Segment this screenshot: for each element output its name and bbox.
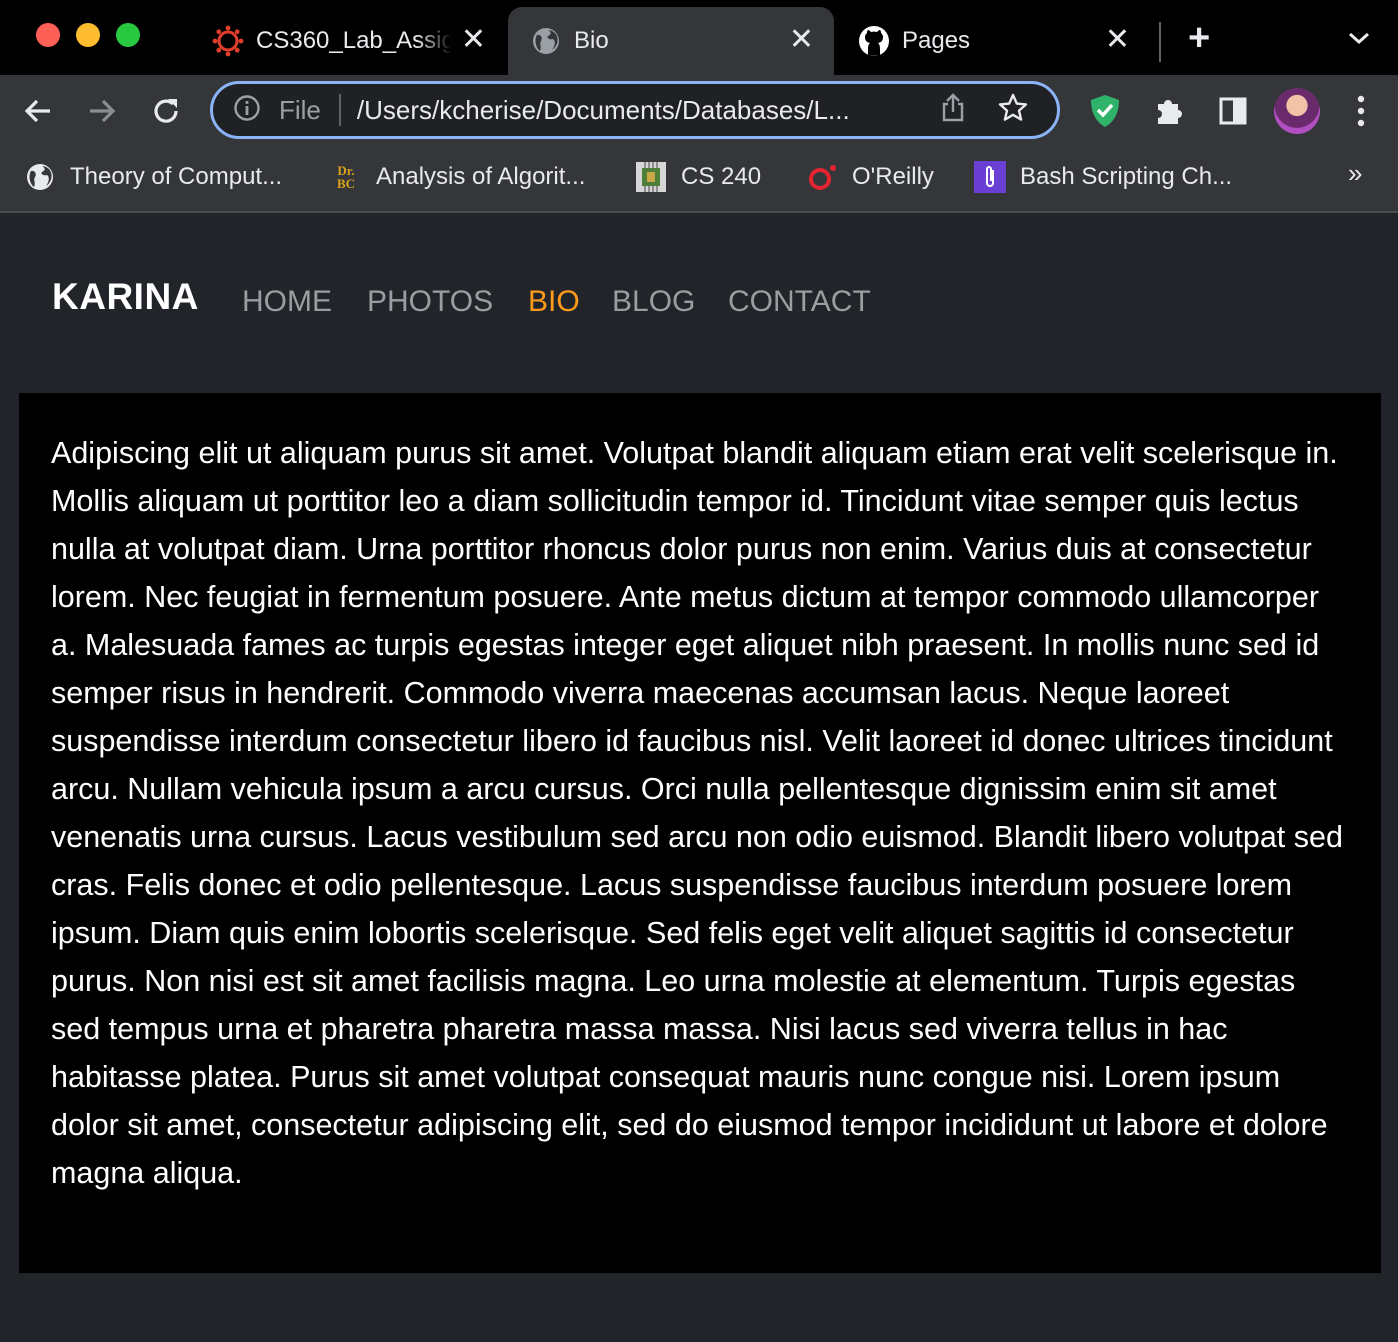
dr-bc-icon: Dr. BC <box>330 161 362 193</box>
bio-paragraph: Adipiscing elit ut aliquam purus sit ame… <box>51 436 1343 1190</box>
tab-close-icon[interactable]: ✕ <box>1105 25 1130 55</box>
dr-bc-icon-text: Dr. BC <box>336 163 356 191</box>
back-arrow-icon[interactable] <box>18 91 58 131</box>
tab-bio[interactable]: Bio ✕ <box>508 7 834 75</box>
new-tab-button[interactable]: + <box>1188 18 1210 58</box>
puzzle-extensions-icon[interactable] <box>1149 91 1189 131</box>
chip-icon <box>635 161 667 193</box>
tab-divider <box>1159 22 1161 62</box>
bookmark-label: CS 240 <box>681 163 762 190</box>
url-text[interactable]: /Users/kcherise/Documents/Databases/L... <box>357 95 917 126</box>
site-navbar: KARINA HOME PHOTOS BIO BLOG CONTACT <box>0 213 1398 393</box>
bookmark-theory-of-computation[interactable]: Theory of Comput... <box>24 159 282 195</box>
tab-close-icon[interactable]: ✕ <box>461 25 486 55</box>
tab-close-icon[interactable]: ✕ <box>789 25 814 55</box>
paperclip-icon <box>974 161 1006 193</box>
bookmarks-overflow-button[interactable]: » <box>1348 158 1362 189</box>
tab-pages[interactable]: Pages ✕ <box>836 7 1150 75</box>
bookmark-label: Bash Scripting Ch... <box>1020 163 1233 190</box>
nav-link-contact[interactable]: CONTACT <box>728 285 871 319</box>
window-close-button[interactable] <box>36 23 60 47</box>
nav-link-home[interactable]: HOME <box>242 285 332 319</box>
bookmark-label: Theory of Comput... <box>70 163 283 190</box>
tab-strip: CS360_Lab_Assignment ✕ Bio ✕ Pages ✕ + <box>0 0 1398 75</box>
oreilly-icon <box>806 161 838 193</box>
bookmark-analysis-of-algorithms[interactable]: Dr. BC Analysis of Algorit... <box>330 159 585 195</box>
side-panel-icon[interactable] <box>1213 91 1253 131</box>
bookmark-bash-scripting[interactable]: Bash Scripting Ch... <box>974 159 1232 195</box>
bio-card: Adipiscing elit ut aliquam purus sit ame… <box>19 393 1381 1273</box>
globe-icon <box>530 25 562 57</box>
nav-link-bio[interactable]: BIO <box>528 285 580 319</box>
tab-label: Bio <box>574 27 609 54</box>
canvas-logo-icon <box>212 25 244 57</box>
reload-icon[interactable] <box>146 91 186 131</box>
url-scheme-label: File <box>279 94 321 125</box>
tab-search-chevron-icon[interactable] <box>1346 28 1372 53</box>
profile-avatar[interactable] <box>1274 88 1320 134</box>
omnibox-separator <box>338 94 341 126</box>
bookmark-oreilly[interactable]: O'Reilly <box>806 159 934 195</box>
bookmark-label: Analysis of Algorit... <box>376 163 586 190</box>
tab-cs360-lab[interactable]: CS360_Lab_Assignment ✕ <box>190 7 506 75</box>
window-minimize-button[interactable] <box>76 23 100 47</box>
info-icon[interactable] <box>233 94 261 127</box>
share-icon[interactable] <box>939 92 967 128</box>
globe-icon <box>24 161 56 193</box>
address-bar[interactable]: File /Users/kcherise/Documents/Databases… <box>210 81 1060 139</box>
forward-arrow-icon[interactable] <box>82 91 122 131</box>
browser-toolbar: File /Users/kcherise/Documents/Databases… <box>0 75 1398 147</box>
shield-extension-icon[interactable] <box>1085 91 1125 131</box>
nav-link-blog[interactable]: BLOG <box>612 285 695 319</box>
tab-label: Pages <box>902 27 971 54</box>
github-icon <box>858 25 890 57</box>
tab-label: CS360_Lab_Assignment <box>256 27 452 54</box>
site-brand[interactable]: KARINA <box>52 276 199 318</box>
kebab-menu-icon[interactable] <box>1341 91 1381 131</box>
bookmark-star-icon[interactable] <box>997 92 1029 129</box>
window-maximize-button[interactable] <box>116 23 140 47</box>
bookmark-cs-240[interactable]: CS 240 <box>635 159 761 195</box>
bookmarks-bar: Theory of Comput... Dr. BC Analysis of A… <box>0 147 1398 213</box>
bookmark-label: O'Reilly <box>852 163 934 190</box>
nav-link-photos[interactable]: PHOTOS <box>367 285 493 319</box>
